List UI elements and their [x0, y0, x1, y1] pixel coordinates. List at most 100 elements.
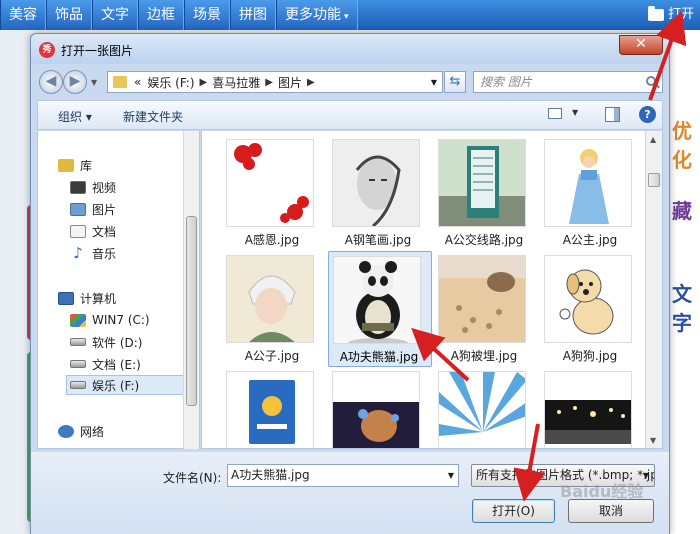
- search-placeholder: 搜索 图片: [480, 75, 532, 89]
- file-scroll-thumb[interactable]: [648, 173, 660, 187]
- nav-item-drive-e[interactable]: 文档 (E:): [70, 354, 141, 374]
- file-tile[interactable]: [222, 367, 326, 448]
- forward-button[interactable]: ▶: [63, 70, 87, 94]
- recent-locations-dropdown[interactable]: ▼: [91, 78, 97, 87]
- file-tile[interactable]: A公主.jpg: [540, 135, 644, 251]
- file-tile[interactable]: A感恩.jpg: [222, 135, 326, 251]
- chevron-down-icon: ▾: [344, 12, 349, 22]
- tab-accessories[interactable]: 饰品: [46, 0, 92, 30]
- nav-label: 计算机: [80, 291, 117, 306]
- cancel-button[interactable]: 取消: [568, 499, 654, 523]
- tab-text[interactable]: 文字: [92, 0, 138, 30]
- image-thumbnail: [333, 256, 421, 344]
- nav-item-drive-c[interactable]: WIN7 (C:): [70, 310, 150, 330]
- music-icon: ♪: [73, 243, 83, 262]
- tab-beauty[interactable]: 美容: [0, 0, 46, 30]
- file-tile[interactable]: A钢笔画.jpg: [328, 135, 432, 251]
- nav-item-pictures[interactable]: 图片: [70, 199, 116, 219]
- file-name: A钢笔画.jpg: [344, 233, 412, 247]
- nav-label: 库: [80, 158, 93, 173]
- help-icon[interactable]: ?: [639, 106, 656, 123]
- file-tile[interactable]: A狗被埋.jpg: [434, 251, 538, 367]
- view-dropdown-icon[interactable]: ▼: [572, 108, 578, 117]
- open-button[interactable]: 打开(O): [472, 499, 555, 523]
- nav-scrollbar[interactable]: [183, 131, 199, 449]
- nav-scroll-thumb[interactable]: [186, 216, 197, 406]
- tab-more-label: 更多功能: [285, 7, 341, 23]
- nav-item-drive-f[interactable]: 娱乐 (F:): [66, 375, 184, 395]
- breadcrumb-drive[interactable]: 娱乐 (F:): [144, 74, 197, 91]
- file-name: A功夫熊猫.jpg: [339, 350, 419, 364]
- nav-item-libraries[interactable]: 库: [58, 155, 92, 175]
- image-thumbnail: [438, 139, 526, 227]
- file-tile-selected[interactable]: A功夫熊猫.jpg: [328, 251, 432, 367]
- breadcrumb-separator-icon[interactable]: ▶: [263, 77, 275, 88]
- filename-dropdown-icon[interactable]: ▼: [448, 465, 454, 486]
- back-button[interactable]: ◀: [39, 70, 63, 94]
- new-folder-button[interactable]: 新建文件夹: [123, 108, 183, 125]
- image-thumbnail: [544, 255, 632, 343]
- image-thumbnail: [226, 139, 314, 227]
- file-tile[interactable]: [434, 367, 538, 448]
- tab-collage[interactable]: 拼图: [230, 0, 276, 30]
- computer-icon: [58, 291, 74, 305]
- image-thumbnail: [438, 371, 526, 448]
- organize-button[interactable]: 组织 ▾: [58, 108, 92, 125]
- address-dropdown-icon[interactable]: ▼: [431, 78, 437, 87]
- open-image-dialog: 秀 打开一张图片 ✕ ◀ ▶ ▼ « 娱乐 (F:) ▶ 喜马拉雅 ▶ 图片 ▶…: [30, 33, 670, 534]
- nav-item-music[interactable]: ♪ 音乐: [70, 243, 116, 263]
- breadcrumb-folder[interactable]: 喜马拉雅: [209, 74, 263, 91]
- app-open-label: 打开: [667, 7, 694, 22]
- scroll-down-icon[interactable]: ▼: [650, 436, 656, 445]
- search-input[interactable]: 搜索 图片: [473, 71, 663, 93]
- image-thumbnail: [438, 255, 526, 343]
- breadcrumb-separator-icon[interactable]: ▶: [305, 77, 317, 88]
- app-toolbar: 美容 饰品 文字 边框 场景 拼图 更多功能 ▾ 打开: [0, 0, 700, 30]
- breadcrumb-overflow[interactable]: «: [131, 75, 144, 89]
- nav-item-drive-d[interactable]: 软件 (D:): [70, 332, 142, 352]
- image-thumbnail: [226, 371, 314, 448]
- tab-scene[interactable]: 场景: [184, 0, 230, 30]
- nav-item-videos[interactable]: 视频: [70, 177, 116, 197]
- nav-label: 文档 (E:): [92, 357, 141, 372]
- file-name: A感恩.jpg: [244, 233, 300, 247]
- filename-input[interactable]: A功夫熊猫.jpg ▼: [227, 464, 459, 487]
- nav-item-network[interactable]: 网络: [58, 421, 104, 441]
- refresh-button[interactable]: ⇆: [444, 71, 466, 93]
- breadcrumb-current[interactable]: 图片: [275, 74, 305, 91]
- app-right-text-1: 优化: [672, 119, 692, 172]
- app-tabs: 美容 饰品 文字 边框 场景 拼图 更多功能 ▾: [0, 0, 358, 30]
- tab-border[interactable]: 边框: [138, 0, 184, 30]
- file-name: A狗狗.jpg: [562, 349, 618, 363]
- windows-drive-icon: [70, 313, 86, 327]
- app-open-button[interactable]: 打开: [647, 0, 694, 30]
- nav-item-documents[interactable]: 文档: [70, 221, 116, 241]
- image-thumbnail: [544, 139, 632, 227]
- nav-label: WIN7 (C:): [92, 313, 150, 327]
- address-bar[interactable]: « 娱乐 (F:) ▶ 喜马拉雅 ▶ 图片 ▶ ▼: [107, 71, 443, 93]
- app-logo-icon: 秀: [39, 42, 55, 58]
- app-right-panel: 优化 藏 文字: [670, 30, 700, 534]
- preview-pane-icon[interactable]: [605, 107, 620, 122]
- nav-label: 音乐: [92, 246, 117, 261]
- file-tile[interactable]: [540, 367, 644, 448]
- breadcrumb-separator-icon[interactable]: ▶: [198, 77, 210, 88]
- drive-icon: [70, 338, 86, 346]
- tab-more[interactable]: 更多功能 ▾: [276, 0, 358, 30]
- file-scrollbar[interactable]: ▲ ▼: [645, 131, 662, 448]
- video-icon: [70, 180, 86, 194]
- file-tile[interactable]: A狗狗.jpg: [540, 251, 644, 367]
- file-tile[interactable]: [328, 367, 432, 448]
- nav-item-computer[interactable]: 计算机: [58, 288, 116, 308]
- file-tile[interactable]: A公子.jpg: [222, 251, 326, 367]
- chevron-down-icon: ▼: [642, 471, 649, 480]
- navigation-pane: 库 视频 图片 文档 ♪ 音乐 计算机 WIN7 (C:) 软件 (D:) 文档 …: [37, 131, 200, 449]
- file-name: A公交线路.jpg: [444, 233, 524, 247]
- file-name: A公主.jpg: [562, 233, 618, 247]
- drive-icon: [70, 360, 86, 368]
- view-icon[interactable]: [548, 108, 562, 119]
- app-right-text-2: 藏: [672, 199, 692, 223]
- file-tile[interactable]: A公交线路.jpg: [434, 135, 538, 251]
- scroll-up-icon[interactable]: ▲: [650, 135, 656, 144]
- close-button[interactable]: ✕: [619, 35, 663, 55]
